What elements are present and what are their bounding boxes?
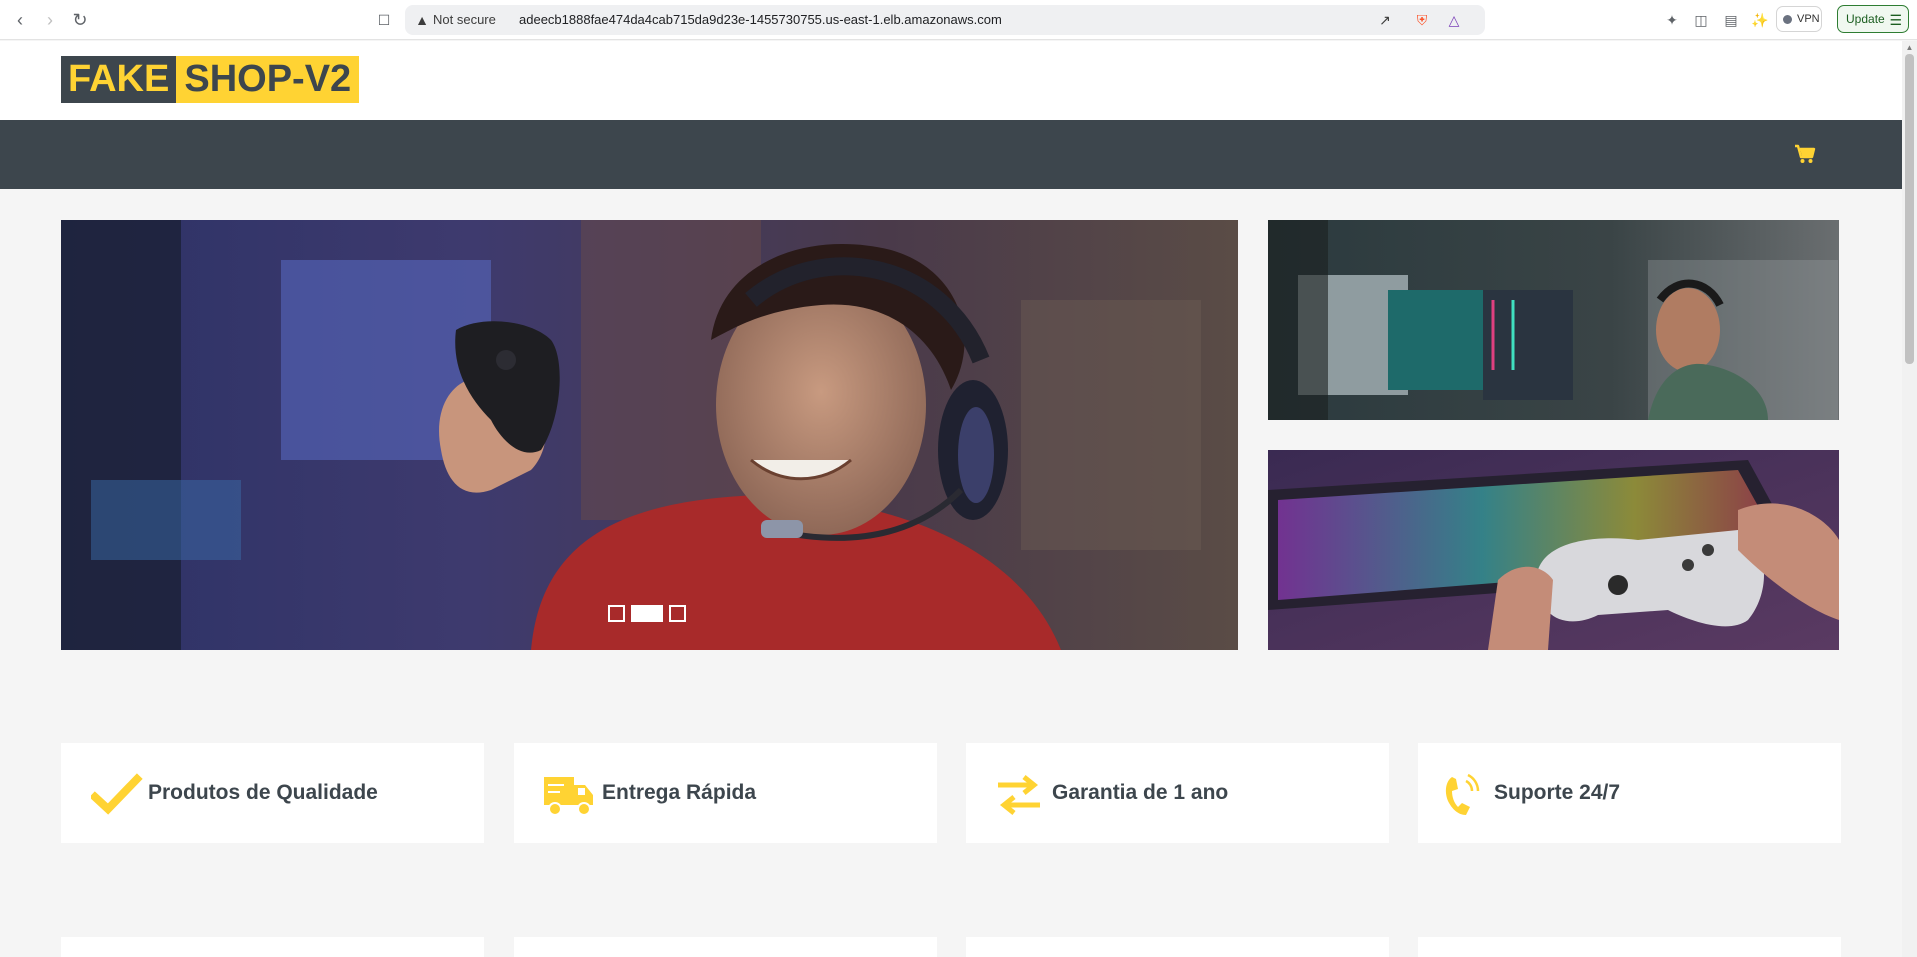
carousel-indicator-1[interactable]	[608, 605, 625, 622]
feature-warranty: Garantia de 1 ano	[966, 743, 1389, 843]
leo-ai-icon[interactable]: ✨	[1748, 8, 1772, 32]
carousel-indicator-2[interactable]	[631, 605, 663, 622]
warning-icon[interactable]: ▲	[410, 8, 434, 32]
brave-shield-icon[interactable]: ⛨	[1410, 8, 1434, 32]
vpn-button[interactable]: VPN	[1776, 6, 1822, 32]
browser-toolbar: ‹ › ↻ ☐ ▲ Not secure adeecb1888fae474da4…	[0, 0, 1917, 40]
carousel-indicators	[608, 605, 686, 622]
share-icon[interactable]: ↗	[1373, 8, 1397, 32]
update-label: Update	[1846, 12, 1885, 26]
rewards-icon[interactable]: △	[1442, 8, 1466, 32]
feature-label: Garantia de 1 ano	[1052, 781, 1229, 804]
category-card[interactable]	[61, 937, 484, 957]
security-label[interactable]: Not secure	[433, 5, 496, 35]
side-banner-bottom-image	[1268, 450, 1839, 650]
site-header: FAKE SHOP-V2	[0, 41, 1902, 120]
logo-part-1: FAKE	[61, 56, 177, 103]
sidebar-icon[interactable]: ◫	[1689, 8, 1713, 32]
reload-icon[interactable]: ↻	[68, 8, 92, 32]
back-icon[interactable]: ‹	[8, 8, 32, 32]
address-bar[interactable]: ▲ Not secure adeecb1888fae474da4cab715da…	[405, 5, 1485, 35]
exchange-icon	[998, 775, 1040, 815]
scrollbar-thumb[interactable]	[1905, 54, 1914, 364]
cart-icon[interactable]	[1794, 144, 1816, 164]
vpn-status-icon	[1783, 15, 1792, 24]
category-card[interactable]	[1418, 937, 1841, 957]
category-card[interactable]	[966, 937, 1389, 957]
logo-part-2: SHOP-V2	[176, 56, 360, 103]
wallet-icon[interactable]: ▤	[1719, 8, 1743, 32]
page: FAKE SHOP-V2 Produtos de Qualidade Entre…	[0, 41, 1902, 957]
hero-carousel[interactable]	[61, 220, 1238, 650]
bookmark-icon[interactable]: ☐	[372, 8, 396, 32]
category-card[interactable]	[514, 937, 937, 957]
menu-icon: ☰	[1889, 12, 1902, 28]
side-banner-bottom[interactable]	[1268, 450, 1839, 650]
carousel-indicator-3[interactable]	[669, 605, 686, 622]
extensions-icon[interactable]: ✦	[1660, 8, 1684, 32]
url-text[interactable]: adeecb1888fae474da4cab715da9d23e-1455730…	[519, 5, 1002, 35]
check-icon	[91, 773, 143, 815]
feature-support: Suporte 24/7	[1418, 743, 1841, 843]
main-navbar	[0, 120, 1902, 189]
feature-quality: Produtos de Qualidade	[61, 743, 484, 843]
feature-label: Suporte 24/7	[1494, 781, 1621, 804]
site-logo[interactable]: FAKE SHOP-V2	[61, 56, 360, 103]
update-button[interactable]: Update ☰	[1837, 5, 1909, 33]
page-scrollbar[interactable]: ▲	[1902, 41, 1917, 957]
side-banner-top-image	[1268, 220, 1839, 420]
forward-icon[interactable]: ›	[38, 8, 62, 32]
feature-delivery: Entrega Rápida	[514, 743, 937, 843]
vpn-label: VPN	[1797, 13, 1820, 25]
scroll-up-icon[interactable]: ▲	[1902, 43, 1917, 52]
truck-icon	[544, 777, 593, 816]
feature-label: Entrega Rápida	[602, 781, 757, 804]
hero-image	[61, 220, 1238, 650]
feature-label: Produtos de Qualidade	[148, 781, 378, 804]
side-banner-top[interactable]	[1268, 220, 1839, 420]
phone-icon	[1445, 773, 1480, 815]
